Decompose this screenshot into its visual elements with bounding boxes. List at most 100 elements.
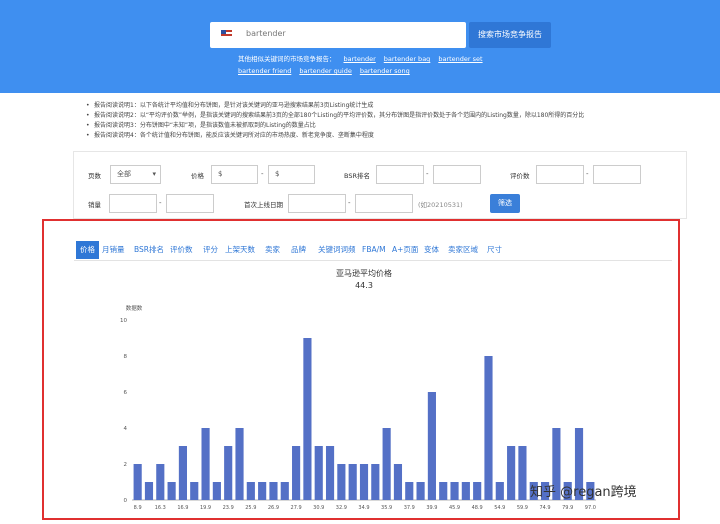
price-min-currency: $ [218, 170, 223, 178]
sales-label: 销量 [88, 201, 101, 209]
price-max-input[interactable]: $ [268, 165, 315, 184]
x-tick-label: 16.9 [177, 505, 188, 511]
price-bar [484, 356, 493, 500]
x-tick-label: 97.0 [585, 505, 596, 511]
range-dash: - [586, 170, 589, 178]
price-bar [190, 482, 199, 500]
x-tick-label: 79.9 [562, 505, 573, 511]
price-bar [325, 446, 335, 500]
y-tick-label: 10 [120, 318, 127, 324]
y-tick-label: 6 [124, 390, 128, 396]
price-label: 价格 [191, 172, 204, 180]
x-tick-label: 25.9 [245, 505, 256, 511]
review-min-input[interactable] [536, 165, 584, 184]
filter-button[interactable]: 筛选 [490, 194, 520, 213]
search-input[interactable]: bartender [210, 22, 466, 48]
related-keyword-link[interactable]: bartender [344, 53, 376, 65]
us-flag-icon[interactable] [221, 30, 232, 38]
price-bar [258, 482, 267, 500]
x-tick-label: 45.9 [449, 505, 460, 511]
x-tick-label: 26.9 [268, 505, 279, 511]
y-tick-label: 4 [124, 426, 128, 432]
related-keyword-link[interactable]: bartender guide [299, 65, 352, 77]
price-bar [303, 338, 312, 500]
x-tick-label: 32.9 [336, 505, 347, 511]
x-tick-label: 35.9 [381, 505, 392, 511]
x-tick-label: 59.9 [517, 505, 528, 511]
price-bar [280, 482, 289, 500]
related-keywords-lead: 其他相似关键词的市场竞争报告： [238, 55, 336, 63]
bsr-min-input[interactable] [376, 165, 424, 184]
price-bar [495, 482, 504, 500]
search-report-button[interactable]: 搜索市场竞争报告 [469, 22, 551, 48]
price-bar [167, 482, 176, 500]
x-tick-label: 30.9 [313, 505, 324, 511]
chart-subtitle: 44.3 [355, 281, 373, 290]
x-tick-label: 16.3 [155, 505, 166, 511]
x-tick-label: 54.9 [494, 505, 505, 511]
sales-max-input[interactable] [166, 194, 214, 213]
price-bar [461, 482, 470, 500]
price-bar [337, 464, 346, 500]
price-bar [518, 446, 527, 500]
price-bar [371, 464, 380, 500]
price-bar [156, 464, 165, 500]
chart-panel: 价格 月销量 BSR排名 评价数 评分 上架天数 卖家 品牌 关键词词频 FBA/M A+页面 变体卖… [42, 219, 680, 520]
price-bar [314, 446, 323, 500]
report-notes: 报告阅读说明1：以下各统计平均值和分布饼图，是针对该关键词的亚马逊搜索结果前3页… [86, 101, 686, 141]
range-dash: - [159, 199, 162, 207]
review-label: 评价数 [510, 172, 530, 180]
review-max-input[interactable] [593, 165, 641, 184]
price-bar [382, 428, 391, 500]
report-note: 报告阅读说明3：分布饼图中“未知”项，是指该数值未被抓取到的Listing的数量… [86, 121, 686, 131]
watermark: 知乎 @regan跨境 [530, 485, 637, 500]
price-bar [507, 446, 516, 500]
price-bar [235, 428, 244, 500]
page-label: 页数 [88, 172, 101, 180]
range-dash: - [348, 199, 351, 207]
date-format-hint: (如20210531) [418, 201, 463, 209]
price-bar [359, 464, 369, 500]
x-tick-label: 37.9 [404, 505, 415, 511]
related-keywords: 其他相似关键词的市场竞争报告： bartender bartender bag bar… [238, 53, 518, 77]
bsr-label: BSR排名 [344, 172, 370, 180]
x-tick-label: 27.9 [291, 505, 302, 511]
filter-panel: 页数 全部 价格 $ - $ BSR排名 - 评价数 - 销量 - 首次上线日期… [73, 151, 687, 219]
price-bar [439, 482, 448, 500]
price-bar [269, 482, 278, 500]
page-select[interactable]: 全部 [110, 165, 161, 184]
chart-title: 亚马逊平均价格 [336, 268, 392, 278]
launch-date-label: 首次上线日期 [244, 201, 283, 209]
price-bar [348, 464, 357, 500]
price-bar [416, 482, 425, 500]
report-note: 报告阅读说明1：以下各统计平均值和分布饼图，是针对该关键词的亚马逊搜索结果前3页… [86, 101, 686, 111]
sales-min-input[interactable] [109, 194, 157, 213]
price-min-input[interactable]: $ [211, 165, 258, 184]
page-select-value: 全部 [117, 170, 131, 178]
x-tick-label: 8.9 [134, 505, 142, 511]
related-keyword-link[interactable]: bartender friend [238, 65, 291, 77]
x-tick-label: 34.9 [358, 505, 369, 511]
x-tick-label: 19.9 [200, 505, 211, 511]
y-axis-label: 数据数 [126, 304, 143, 312]
y-tick-label: 8 [124, 354, 128, 360]
x-tick-label: 74.9 [539, 505, 550, 511]
price-bar-chart: 亚马逊平均价格 44.3 数据数 0 2 4 6 8 10 8.9 16.3 16.9 19.9 23.9… [120, 268, 596, 511]
range-dash: - [261, 170, 264, 178]
x-tick-label: 48.9 [472, 505, 483, 511]
price-bar [133, 464, 142, 500]
date-to-input[interactable] [355, 194, 413, 213]
search-input-value: bartender [246, 29, 286, 38]
price-bar [201, 428, 210, 500]
y-tick-label: 2 [124, 462, 128, 468]
bsr-max-input[interactable] [433, 165, 481, 184]
related-keyword-link[interactable]: bartender song [360, 65, 410, 77]
search-hero: bartender 搜索市场竞争报告 其他相似关键词的市场竞争报告： barten… [0, 0, 720, 93]
report-note: 报告阅读说明2：以“平均评价数”举例，是指该关键词的搜索结果前3页的全部180个… [86, 111, 686, 121]
related-keyword-link[interactable]: bartender set [438, 53, 482, 65]
y-tick-label: 0 [124, 498, 128, 504]
date-from-input[interactable] [288, 194, 346, 213]
x-tick-label: 23.9 [223, 505, 234, 511]
related-keyword-link[interactable]: bartender bag [384, 53, 431, 65]
price-bar [292, 446, 301, 500]
